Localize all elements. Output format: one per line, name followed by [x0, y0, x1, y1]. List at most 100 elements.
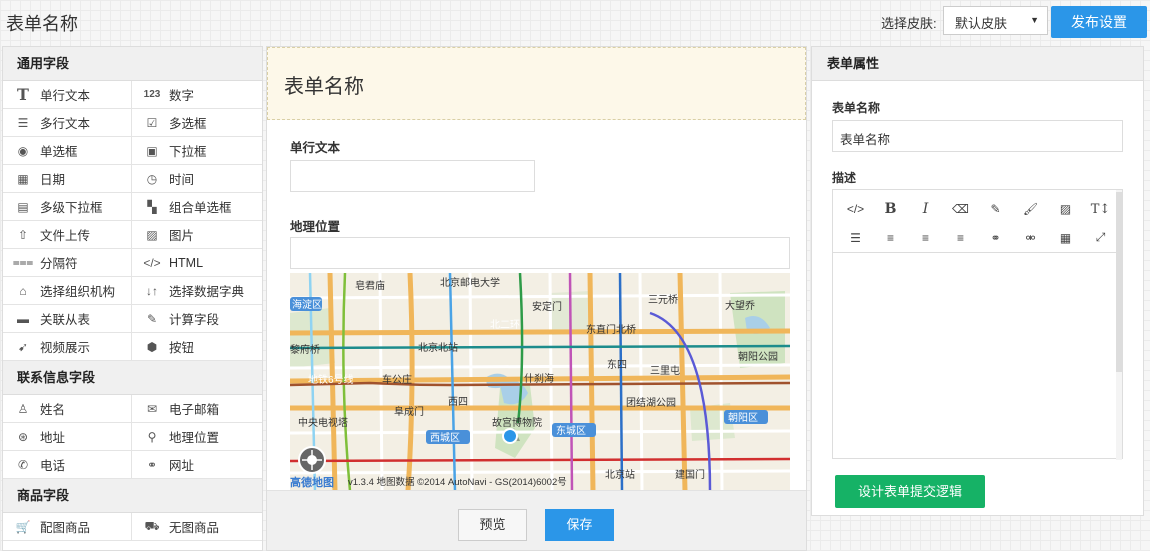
- palette-item-label: 地理位置: [169, 431, 220, 445]
- map-label-ganjiakou: 黎府桥: [290, 343, 320, 356]
- editor-scrollbar[interactable]: [1116, 190, 1122, 460]
- publish-settings-button[interactable]: 发布设置: [1051, 6, 1147, 38]
- palette-item-label: 日期: [40, 173, 66, 187]
- map-label-xisi: 西四: [448, 397, 468, 408]
- map-label-jianguomen: 建国门: [675, 468, 705, 481]
- form-name-input[interactable]: 表单名称: [832, 120, 1123, 152]
- table-icon[interactable]: ▦: [1048, 224, 1083, 252]
- palette-item-calc-field[interactable]: ✎ 计算字段: [132, 305, 262, 333]
- map-label-bjbei: 北京北站: [418, 341, 458, 354]
- italic-icon[interactable]: I: [908, 195, 943, 223]
- palette-item-related-table[interactable]: ▬ 关联从表: [3, 305, 132, 333]
- palette-item-number[interactable]: 123 数字: [132, 81, 262, 109]
- multiline-text-icon: ☰: [17, 115, 29, 130]
- palette-item-upload[interactable]: ⇧ 文件上传: [3, 221, 132, 249]
- text-size-icon[interactable]: T↕: [1083, 195, 1118, 223]
- compass-icon[interactable]: [298, 446, 326, 474]
- envelope-icon: ✉: [146, 401, 158, 416]
- map-label-xicheng: 西城区: [430, 432, 460, 444]
- align-center-icon[interactable]: ≡: [908, 224, 943, 252]
- palette-item-address[interactable]: ⊛ 地址: [3, 423, 132, 451]
- calendar-icon: ▦: [17, 171, 29, 186]
- palette-item-label: 组合单选框: [169, 201, 232, 215]
- code-icon[interactable]: </>: [838, 195, 873, 223]
- palette-item-label: 网址: [169, 459, 195, 473]
- palette-group-title: 联系信息字段: [3, 361, 262, 395]
- preview-button[interactable]: 预览: [458, 509, 527, 541]
- radio-icon: ◉: [17, 143, 29, 158]
- palette-item-name[interactable]: ♙ 姓名: [3, 395, 132, 423]
- map-canvas[interactable]: 北京邮电大学 皂君庙 安定门 三元桥 大望乔 北二环 东直门北桥 朝阳公园 黎府…: [290, 273, 790, 491]
- palette-item-label: 图片: [169, 229, 195, 243]
- fullscreen-icon[interactable]: ⤢: [1083, 224, 1118, 252]
- list-icon[interactable]: ☰: [838, 224, 873, 252]
- palette-item-label: 电子邮箱: [169, 403, 220, 417]
- palette-item-label: 电话: [40, 459, 66, 473]
- palette-item-label: 多级下拉框: [40, 201, 103, 215]
- bold-icon[interactable]: B: [873, 195, 908, 223]
- map-label-dawang: 大望乔: [725, 299, 755, 312]
- palette-item-label: 关联从表: [40, 313, 91, 327]
- palette-item-label: 数字: [169, 89, 195, 103]
- palette-item-label: 时间: [169, 173, 195, 187]
- palette-item-email[interactable]: ✉ 电子邮箱: [132, 395, 262, 423]
- palette-item-video[interactable]: ➹ 视频展示: [3, 333, 132, 361]
- design-submit-logic-button[interactable]: 设计表单提交逻辑: [835, 475, 985, 508]
- palette-item-label: 单行文本: [40, 89, 91, 103]
- palette-item-label: 下拉框: [169, 145, 207, 159]
- palette-item-url[interactable]: ⚭ 网址: [132, 451, 262, 479]
- map-label-dongcheng: 东城区: [556, 424, 586, 437]
- palette-item-product-noimage[interactable]: ⛟ 无图商品: [132, 513, 262, 541]
- palette-item-label: 选择数据字典: [169, 285, 245, 299]
- palette-item-dictionary[interactable]: ↓↑ 选择数据字典: [132, 277, 262, 305]
- palette-item-radio[interactable]: ◉ 单选框: [3, 137, 132, 165]
- unlink-icon[interactable]: ⚮: [1013, 224, 1048, 252]
- form-properties-panel: 表单属性 表单名称 表单名称 描述 </> B I ⌫ ✎ 🖌 ▨ T↕ ☰ ≡…: [811, 46, 1144, 516]
- map-label-shichahai: 什刹海: [524, 372, 554, 385]
- description-label: 描述: [832, 171, 857, 185]
- palette-item-html[interactable]: </> HTML: [132, 249, 262, 277]
- skin-select-value: 默认皮肤: [955, 16, 1008, 31]
- multilevel-dropdown-icon: ▤: [17, 199, 29, 214]
- palette-item-phone[interactable]: ✆ 电话: [3, 451, 132, 479]
- form-title-banner[interactable]: 表单名称: [267, 47, 806, 120]
- brush-icon[interactable]: 🖌: [1013, 195, 1048, 223]
- palette-item-label: 计算字段: [169, 313, 220, 327]
- palette-item-product-image[interactable]: 🛒 配图商品: [3, 513, 132, 541]
- pen-icon[interactable]: ✎: [978, 195, 1013, 223]
- palette-item-organization[interactable]: ⌂ 选择组织机构: [3, 277, 132, 305]
- palette-item-multilevel-dropdown[interactable]: ▤ 多级下拉框: [3, 193, 132, 221]
- table-link-icon: ▬: [17, 311, 29, 326]
- palette-item-multiline-text[interactable]: ☰ 多行文本: [3, 109, 132, 137]
- palette-group-title: 商品字段: [3, 479, 262, 513]
- save-button[interactable]: 保存: [545, 509, 614, 541]
- map-label-gugong: 故宫博物院: [492, 416, 542, 429]
- map-view[interactable]: 北京邮电大学 皂君庙 安定门 三元桥 大望乔 北二环 东直门北桥 朝阳公园 黎府…: [290, 273, 790, 491]
- palette-item-single-text[interactable]: T 单行文本: [3, 81, 132, 109]
- align-right-icon[interactable]: ≡: [943, 224, 978, 252]
- button-icon: ⬢: [146, 339, 158, 354]
- link-icon[interactable]: ⚭: [978, 224, 1013, 252]
- palette-item-time[interactable]: ◷ 时间: [132, 165, 262, 193]
- palette-item-combo-radio[interactable]: ▚ 组合单选框: [132, 193, 262, 221]
- palette-item-button[interactable]: ⬢ 按钮: [132, 333, 262, 361]
- image-icon[interactable]: ▨: [1048, 195, 1083, 223]
- palette-item-date[interactable]: ▦ 日期: [3, 165, 132, 193]
- editor-toolbar: </> B I ⌫ ✎ 🖌 ▨ T↕ ☰ ≡ ≡ ≡ ⚭ ⚮ ▦ ⤢: [833, 190, 1122, 253]
- eraser-icon[interactable]: ⌫: [943, 195, 978, 223]
- palette-item-dropdown[interactable]: ▣ 下拉框: [132, 137, 262, 165]
- palette-item-location[interactable]: ⚲ 地理位置: [132, 423, 262, 451]
- geo-location-input[interactable]: [290, 237, 790, 269]
- palette-item-divider[interactable]: ⩶ 分隔符: [3, 249, 132, 277]
- palette-item-image[interactable]: ▨ 图片: [132, 221, 262, 249]
- align-left-icon[interactable]: ≡: [873, 224, 908, 252]
- video-icon: ➹: [17, 339, 29, 354]
- map-credit-text: v1.3.4 地图数据 ©2014 AutoNavi - GS(2014)600…: [348, 476, 567, 488]
- single-text-input[interactable]: [290, 160, 535, 192]
- skin-select[interactable]: 默认皮肤 ▼: [943, 6, 1048, 35]
- palette-item-checkbox[interactable]: ☑ 多选框: [132, 109, 262, 137]
- palette-item-label: 无图商品: [169, 521, 220, 535]
- amap-logo: 高德地图: [290, 475, 334, 489]
- chevron-down-icon: ▼: [1030, 15, 1039, 25]
- cart-outline-icon: ⛟: [144, 518, 160, 533]
